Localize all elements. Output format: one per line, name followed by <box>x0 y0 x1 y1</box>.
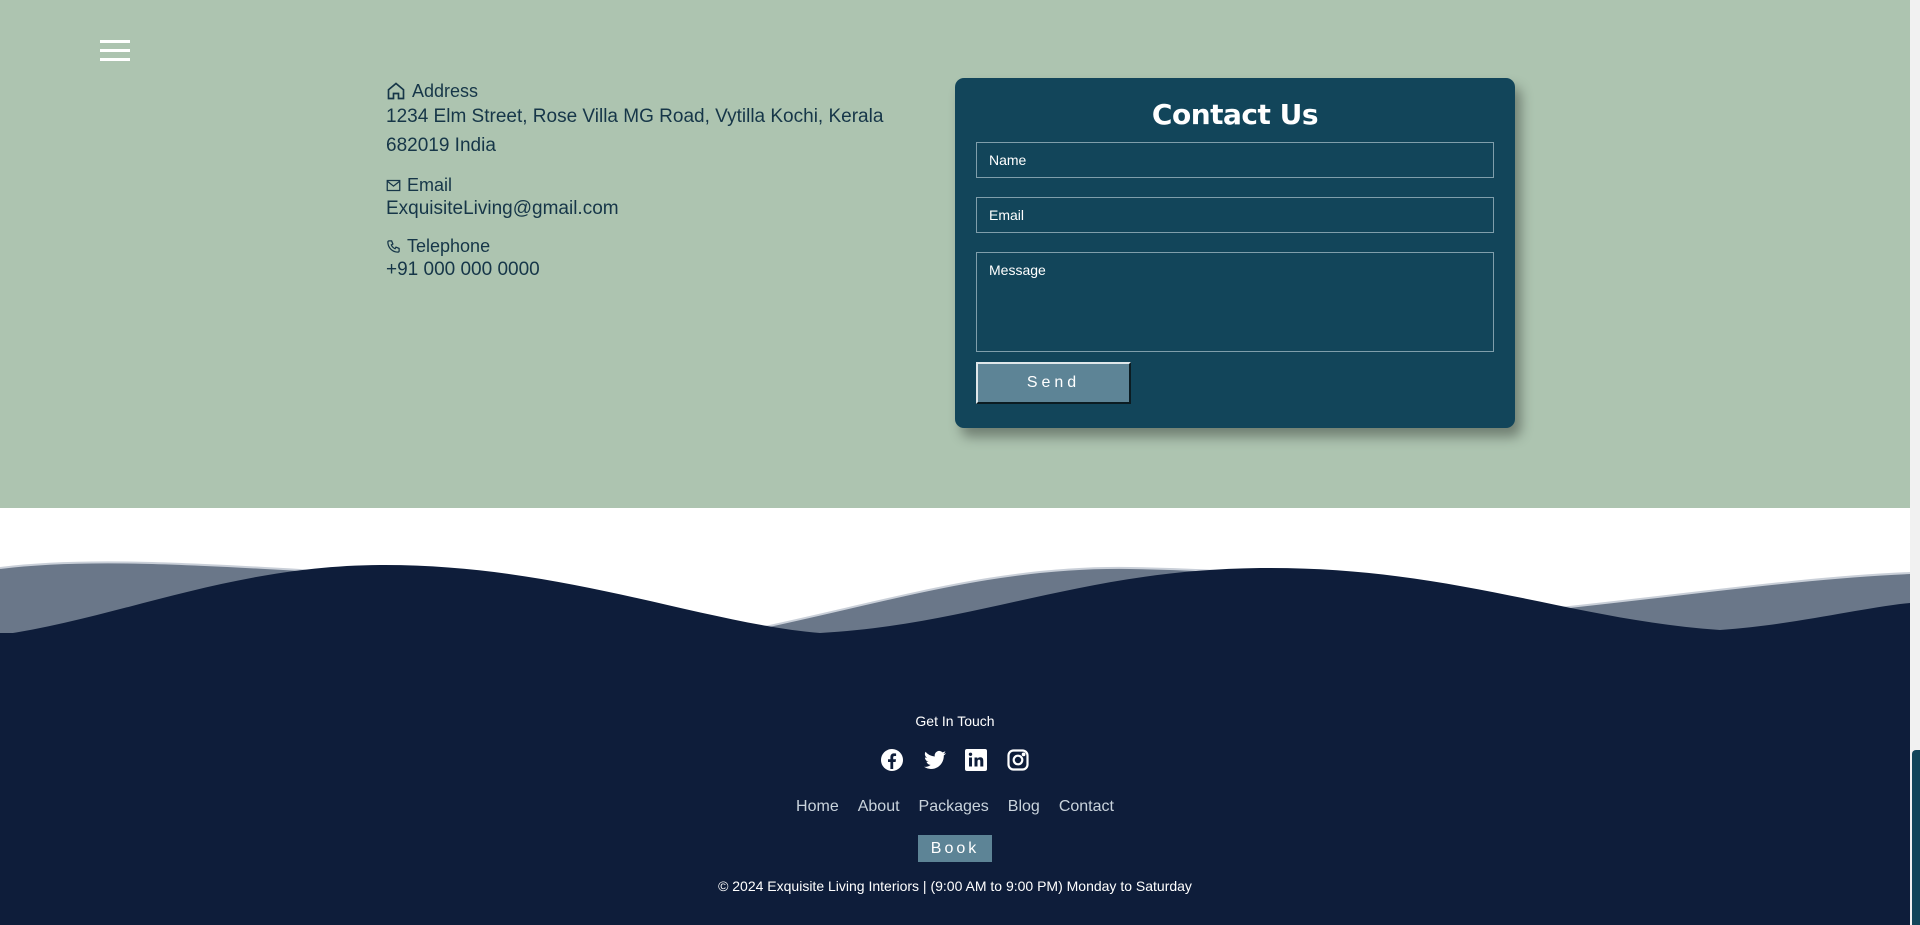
footer-link-packages[interactable]: Packages <box>919 798 989 816</box>
email-value[interactable]: ExquisiteLiving@gmail.com <box>386 196 906 221</box>
telephone-value[interactable]: +91 000 000 0000 <box>386 257 906 282</box>
name-input[interactable] <box>976 142 1494 178</box>
address-value: 1234 Elm Street, Rose Villa MG Road, Vyt… <box>386 106 884 156</box>
instagram-icon[interactable] <box>1006 748 1030 772</box>
footer-link-contact[interactable]: Contact <box>1059 798 1114 816</box>
message-textarea[interactable] <box>976 252 1494 352</box>
social-links <box>0 748 1910 772</box>
mail-icon <box>386 179 401 191</box>
book-button[interactable]: Book <box>918 835 992 862</box>
address-block: Address 1234 Elm Street, Rose Villa MG R… <box>386 80 906 160</box>
email-heading: Email <box>386 174 906 196</box>
telephone-label: Telephone <box>407 236 491 256</box>
hamburger-icon <box>100 40 130 43</box>
footer: Get In Touch Home About Packages Blog Co… <box>0 508 1910 925</box>
footer-link-home[interactable]: Home <box>796 798 839 816</box>
footer-link-blog[interactable]: Blog <box>1008 798 1040 816</box>
address-heading: Address <box>386 80 906 102</box>
email-input[interactable] <box>976 197 1494 233</box>
phone-icon <box>387 239 400 253</box>
home-icon <box>387 82 405 100</box>
twitter-icon[interactable] <box>922 748 946 772</box>
address-label: Address <box>412 81 479 101</box>
footer-wave-decoration <box>0 561 1910 638</box>
send-button[interactable]: Send <box>976 362 1131 404</box>
form-title: Contact Us <box>1151 98 1319 131</box>
email-block: Email ExquisiteLiving@gmail.com <box>386 174 906 221</box>
linkedin-icon[interactable] <box>964 748 988 772</box>
footer-nav: Home About Packages Blog Contact <box>0 798 1910 816</box>
footer-body: Get In Touch Home About Packages Blog Co… <box>0 633 1910 925</box>
footer-link-about[interactable]: About <box>858 798 900 816</box>
telephone-block: Telephone +91 000 000 0000 <box>386 235 906 282</box>
contact-form: Contact Us Send <box>955 78 1515 428</box>
hamburger-menu-button[interactable] <box>100 38 132 62</box>
page-scrollbar[interactable] <box>1910 0 1920 925</box>
email-label: Email <box>407 175 453 195</box>
facebook-icon[interactable] <box>880 748 904 772</box>
contact-section: Address 1234 Elm Street, Rose Villa MG R… <box>0 0 1910 508</box>
get-in-touch-heading: Get In Touch <box>915 713 995 729</box>
copyright-text: © 2024 Exquisite Living Interiors | (9:0… <box>718 878 1192 894</box>
hamburger-icon-bar <box>100 58 130 61</box>
contact-info: Address 1234 Elm Street, Rose Villa MG R… <box>386 80 906 296</box>
hamburger-icon-bar <box>100 49 130 52</box>
telephone-heading: Telephone <box>386 235 906 257</box>
scrollbar-thumb[interactable] <box>1912 750 1920 925</box>
